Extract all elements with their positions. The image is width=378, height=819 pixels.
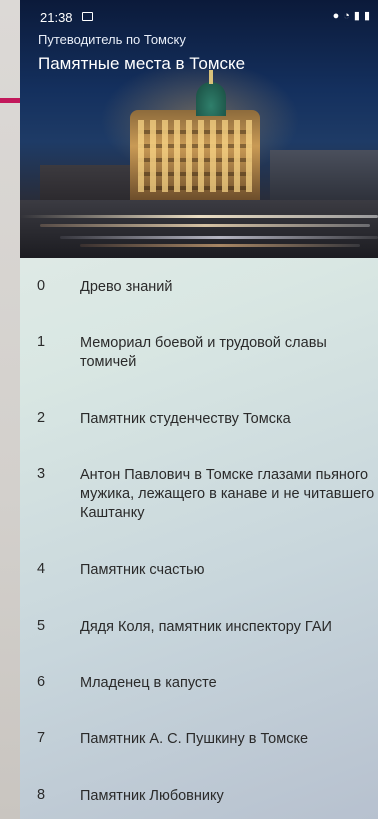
item-label: Памятник счастью [80, 562, 205, 578]
signal-icon: ▮ [353, 10, 360, 22]
item-label: Памятник студенчеству Томска [80, 411, 291, 427]
item-index: 7 [37, 730, 46, 746]
phone-screen: 21:38 ● ◔ ▮ ▮ Путеводитель по Томску Пам… [20, 0, 378, 819]
item-index: 3 [37, 466, 46, 482]
item-label: Антон Павлович в Томске глазами пьяного … [80, 467, 375, 521]
page-title: Памятные места в Томске [38, 54, 246, 73]
battery-icon: ▮ [363, 10, 370, 22]
item-index: 5 [37, 618, 46, 634]
wifi-icon: ◔ [343, 10, 350, 22]
app-subtitle: Путеводитель по Томску [38, 32, 186, 47]
list-item[interactable]: 7 Памятник А. С. Пушкину в Томске [20, 730, 378, 760]
list-item[interactable]: 8 Памятник Любовнику [20, 787, 378, 817]
building-illustration [130, 110, 260, 200]
list-item[interactable]: 6 Младенец в капусте [20, 674, 378, 704]
item-index: 0 [37, 278, 46, 294]
list-item[interactable]: 2 Памятник студенчеству Томска [20, 410, 378, 440]
item-label: Дядя Коля, памятник инспектору ГАИ [80, 619, 332, 635]
item-index: 1 [37, 334, 46, 350]
item-index: 8 [37, 787, 46, 803]
status-time: 21:38 [40, 10, 73, 25]
item-label: Мемориал боевой и трудовой славы томичей [80, 335, 327, 370]
item-index: 4 [37, 561, 46, 577]
header-image: 21:38 ● ◔ ▮ ▮ Путеводитель по Томску Пам… [20, 0, 378, 258]
location-icon: ● [332, 10, 340, 22]
list-item[interactable]: 0 Древо знаний [20, 278, 378, 308]
list-item[interactable]: 3 Антон Павлович в Томске глазами пьяног… [20, 466, 378, 526]
item-index: 2 [37, 410, 46, 426]
item-label: Древо знаний [80, 279, 173, 295]
status-icons: ● ◔ ▮ ▮ [333, 10, 370, 22]
item-label: Памятник А. С. Пушкину в Томске [80, 731, 309, 747]
accent-line [0, 98, 22, 103]
item-label: Памятник Любовнику [80, 788, 224, 804]
status-bar: 21:38 ● ◔ ▮ ▮ [20, 0, 378, 30]
list-item[interactable]: 4 Памятник счастью [20, 561, 378, 591]
item-index: 6 [37, 674, 46, 690]
list-item[interactable]: 1 Мемориал боевой и трудовой славы томич… [20, 334, 378, 374]
image-icon [82, 12, 93, 21]
list-item[interactable]: 5 Дядя Коля, памятник инспектору ГАИ [20, 618, 378, 648]
item-label: Младенец в капусте [80, 675, 217, 691]
